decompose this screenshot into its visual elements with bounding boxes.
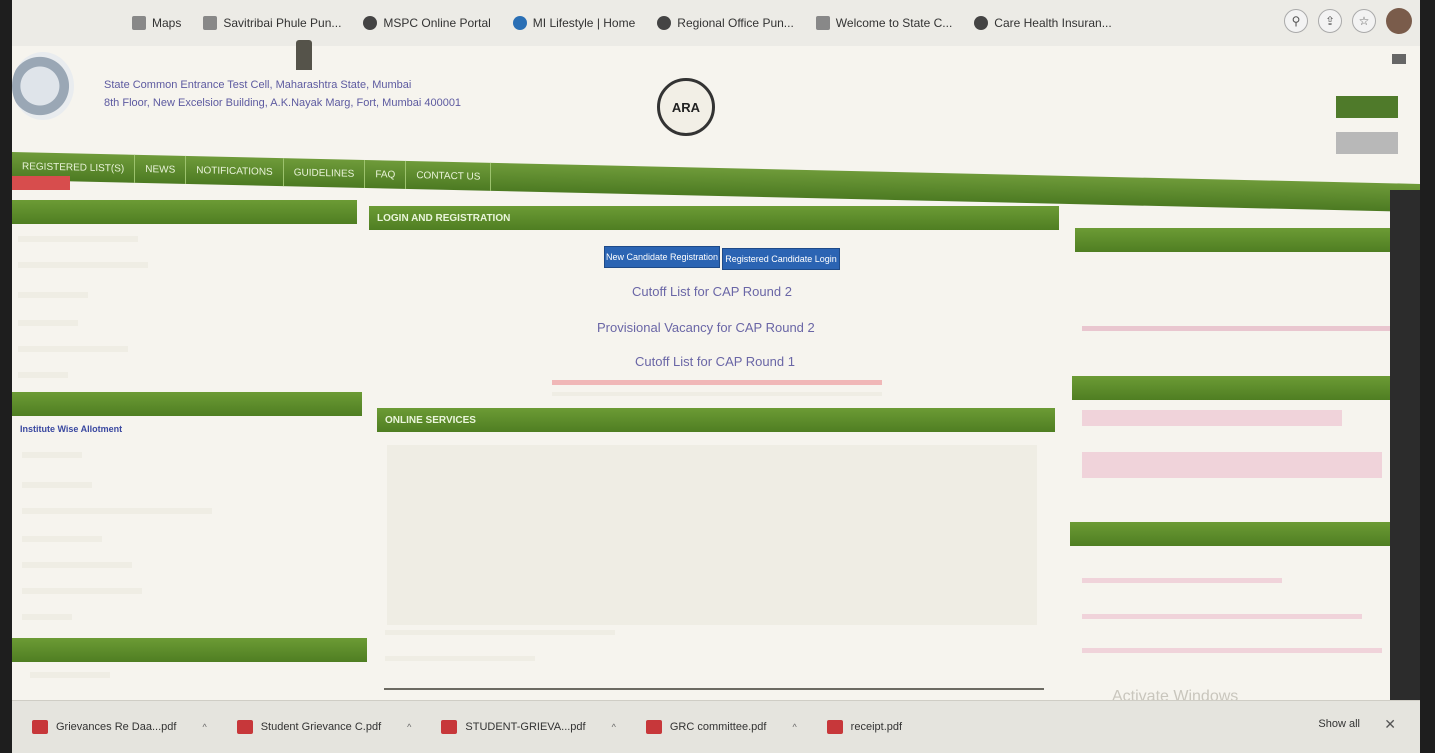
sidebar-link-9[interactable]	[22, 508, 212, 514]
header-green-button[interactable]	[1336, 96, 1398, 118]
bookmark-mspc[interactable]: MSPC Online Portal	[363, 16, 491, 30]
globe-icon	[363, 16, 378, 30]
cet-logo	[12, 52, 74, 120]
pdf-icon	[32, 720, 48, 734]
download-item[interactable]: Student Grievance C.pdf ^	[236, 720, 411, 734]
chevron-up-icon[interactable]: ^	[407, 722, 411, 732]
show-all-button[interactable]: Show all	[1318, 718, 1360, 730]
bookmark-care-health[interactable]: Care Health Insuran...	[974, 16, 1112, 30]
site-header: State Common Entrance Test Cell, Maharas…	[104, 76, 461, 112]
download-item[interactable]: GRC committee.pdf ^	[645, 720, 797, 734]
globe-icon	[657, 16, 672, 30]
sidebar-link-4[interactable]	[18, 320, 78, 326]
right-panel-link-5[interactable]	[1082, 614, 1362, 619]
sidebar-link-7[interactable]	[22, 452, 82, 458]
notice-line	[552, 392, 882, 396]
maps-icon	[132, 16, 146, 30]
content-divider	[384, 688, 1044, 690]
reading-list-icon	[1392, 54, 1406, 64]
share-icon[interactable]: ⇪	[1318, 9, 1342, 33]
institute-wise-allotment-link[interactable]: Institute Wise Allotment	[20, 424, 122, 434]
bookmark-regional-office[interactable]: Regional Office Pun...	[657, 16, 794, 30]
nav-guidelines[interactable]: GUIDELINES	[283, 158, 366, 189]
cutoff-list-round2-link[interactable]: Cutoff List for CAP Round 2	[632, 284, 792, 299]
chevron-up-icon[interactable]: ^	[612, 722, 616, 732]
browser-frame: Maps Savitribai Phule Pun... MSPC Online…	[12, 0, 1420, 753]
right-panel-head-3	[1070, 522, 1405, 546]
online-services-content	[387, 445, 1037, 625]
pdf-icon	[826, 720, 843, 734]
download-item[interactable]: receipt.pdf	[826, 720, 902, 734]
provisional-vacancy-round2-link[interactable]: Provisional Vacancy for CAP Round 2	[597, 320, 815, 335]
right-panel-link-3[interactable]	[1082, 452, 1382, 478]
nav-contact-us[interactable]: CONTACT US	[406, 160, 492, 191]
header-title: State Common Entrance Test Cell, Maharas…	[104, 79, 412, 91]
right-panel-head-1	[1075, 228, 1405, 252]
sidebar-link-14[interactable]	[30, 672, 110, 678]
nav-faq[interactable]: FAQ	[365, 160, 407, 189]
bookmark-savitribai[interactable]: Savitribai Phule Pun...	[203, 16, 341, 30]
new-candidate-registration-button[interactable]: New Candidate Registration	[604, 246, 720, 268]
cutoff-list-round1-link[interactable]: Cutoff List for CAP Round 1	[635, 354, 795, 369]
header-address: 8th Floor, New Excelsior Building, A.K.N…	[104, 97, 462, 109]
sidebar-link-12[interactable]	[22, 588, 142, 594]
ara-logo: ARA	[657, 78, 715, 136]
red-notice	[552, 380, 882, 385]
globe-icon	[974, 16, 989, 30]
download-item[interactable]: Grievances Re Daa...pdf ^	[32, 720, 207, 734]
left-panel-head-2	[12, 392, 362, 416]
download-item[interactable]: STUDENT-GRIEVA...pdf ^	[441, 720, 616, 734]
left-panel-head-1	[12, 200, 357, 224]
pdf-icon	[645, 720, 662, 734]
notice-link-2[interactable]	[385, 656, 535, 661]
bookmark-state-cet[interactable]: Welcome to State C...	[815, 16, 952, 30]
avatar[interactable]	[1386, 8, 1412, 34]
government-icon	[815, 16, 830, 30]
browser-toolbar-right: ⚲ ⇪ ☆	[1284, 8, 1412, 34]
login-registration-header: LOGIN AND REGISTRATION	[369, 206, 1059, 230]
bookmark-maps[interactable]: Maps	[132, 16, 181, 30]
right-panel-link-6[interactable]	[1082, 648, 1382, 653]
sidebar-link-2[interactable]	[18, 262, 148, 268]
close-icon[interactable]: ✕	[1384, 716, 1396, 733]
nav-news[interactable]: NEWS	[135, 154, 187, 184]
bookmarks-bar: Maps Savitribai Phule Pun... MSPC Online…	[12, 0, 1420, 46]
pdf-icon	[236, 720, 253, 734]
nav-notifications[interactable]: NOTIFICATIONS	[186, 155, 284, 187]
bookmark-mi-lifestyle[interactable]: MI Lifestyle | Home	[512, 16, 635, 30]
downloads-bar: Grievances Re Daa...pdf ^ Student Grievan…	[12, 700, 1420, 753]
left-panel-head-3	[12, 638, 367, 662]
registered-candidate-login-button[interactable]: Registered Candidate Login	[722, 248, 840, 270]
sidebar-link-1[interactable]	[18, 236, 138, 242]
university-icon	[203, 16, 218, 30]
sidebar-link-5[interactable]	[18, 346, 128, 352]
sidebar-link-3[interactable]	[18, 292, 88, 298]
screen-edge	[1390, 190, 1420, 700]
lifestyle-icon	[512, 16, 527, 30]
chevron-up-icon[interactable]: ^	[202, 722, 206, 732]
right-panel-link-4[interactable]	[1082, 578, 1282, 583]
pdf-icon	[441, 720, 458, 734]
sidebar-link-11[interactable]	[22, 562, 132, 568]
sidebar-link-13[interactable]	[22, 614, 72, 620]
red-badge[interactable]	[12, 176, 70, 190]
star-icon[interactable]: ☆	[1352, 9, 1376, 33]
chevron-up-icon[interactable]: ^	[792, 722, 796, 732]
search-icon[interactable]: ⚲	[1284, 9, 1308, 33]
header-grey-button[interactable]	[1336, 132, 1398, 154]
state-emblem-icon	[296, 40, 312, 70]
right-panel-head-2	[1072, 376, 1407, 400]
right-panel-link-1[interactable]	[1082, 326, 1392, 331]
online-services-header: ONLINE SERVICES	[377, 408, 1055, 432]
reading-list[interactable]	[1392, 54, 1406, 64]
sidebar-link-8[interactable]	[22, 482, 92, 488]
notice-link-1[interactable]	[385, 630, 615, 635]
sidebar-link-10[interactable]	[22, 536, 102, 542]
sidebar-link-6[interactable]	[18, 372, 68, 378]
right-panel-link-2[interactable]	[1082, 410, 1342, 426]
